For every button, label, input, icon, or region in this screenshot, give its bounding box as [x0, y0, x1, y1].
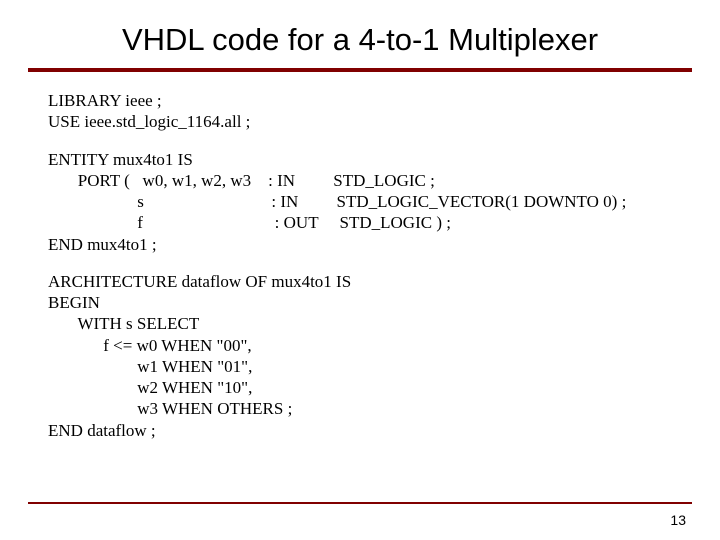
slide-title: VHDL code for a 4-to-1 Multiplexer: [0, 0, 720, 68]
slide: VHDL code for a 4-to-1 Multiplexer LIBRA…: [0, 0, 720, 540]
title-underline: [28, 68, 692, 72]
code-content: LIBRARY ieee ; USE ieee.std_logic_1164.a…: [0, 90, 720, 441]
page-number: 13: [670, 512, 686, 528]
library-block: LIBRARY ieee ; USE ieee.std_logic_1164.a…: [48, 90, 672, 133]
entity-block: ENTITY mux4to1 IS PORT ( w0, w1, w2, w3 …: [48, 149, 672, 255]
footer-rule: [28, 502, 692, 504]
architecture-block: ARCHITECTURE dataflow OF mux4to1 IS BEGI…: [48, 271, 672, 441]
